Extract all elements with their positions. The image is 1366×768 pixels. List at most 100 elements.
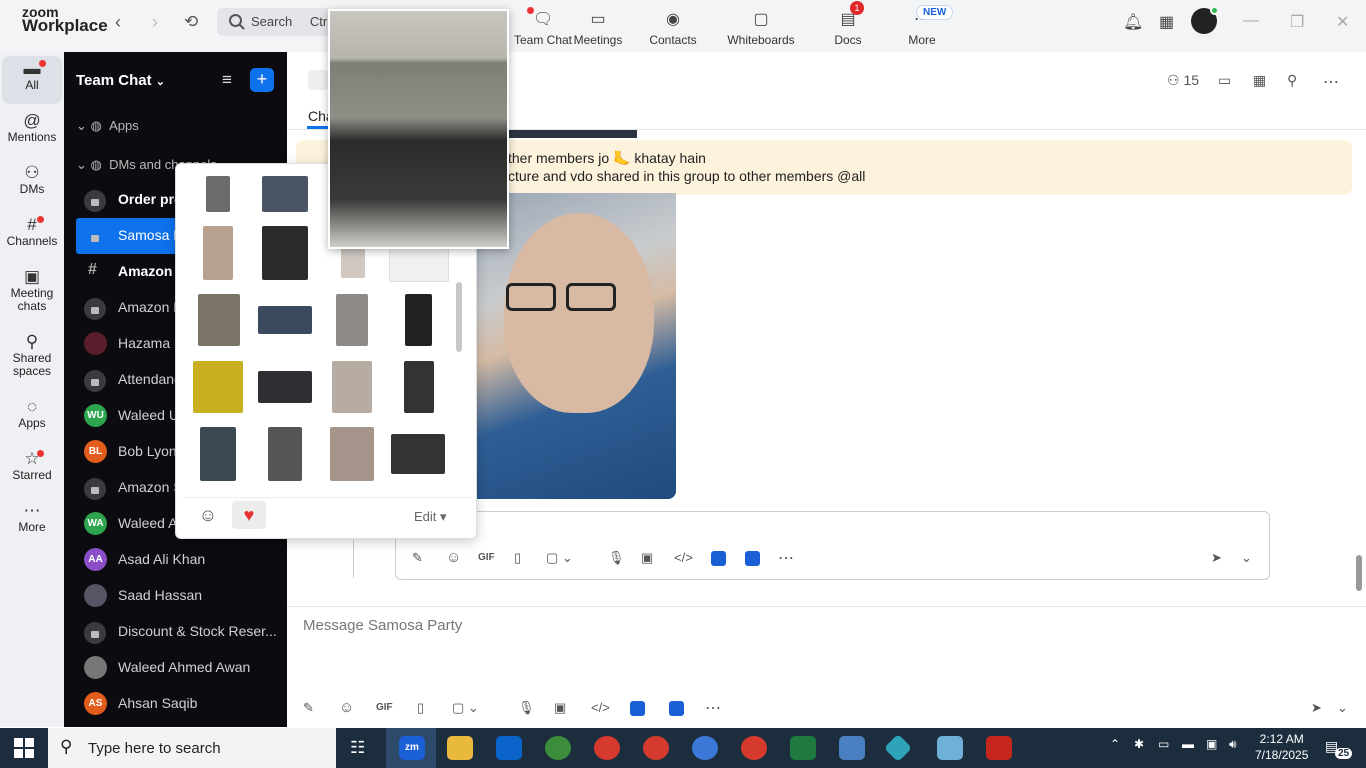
sticker[interactable] [200,427,236,481]
edit-button[interactable]: Edit ▾ [414,509,447,525]
thread-composer[interactable]: ✎ ☺ GIF ▯ ▢ ⌄ 🎙︎ ▣ </> ⋯ ➤ ⌄ [395,511,1270,580]
tray-app-icon[interactable]: ✱ [1134,737,1144,751]
chrome-icon[interactable] [692,736,718,760]
message-input[interactable]: Message Samosa Party [303,617,462,634]
close-icon[interactable]: ✕ [1336,12,1349,32]
emoji-tab-icon[interactable]: ☺ [191,501,225,529]
filezilla-icon[interactable] [986,736,1012,760]
forward-arrow-icon[interactable]: › [152,12,158,33]
sticker[interactable] [404,361,434,413]
send-options-icon[interactable]: ⌄ [1337,700,1348,716]
gif-icon[interactable]: GIF [376,702,393,713]
chrome-icon[interactable] [545,736,571,760]
chrome-icon[interactable] [643,736,669,760]
send-options-icon[interactable]: ⌄ [1241,550,1252,566]
rail-all[interactable]: ▬ All [2,56,62,104]
emoji-icon[interactable]: ☺ [446,549,461,566]
sidebar-item-asad-ali-khan[interactable]: AA Asad Ali Khan [64,542,287,578]
sticker-scrollbar[interactable] [456,282,462,352]
sticker[interactable] [391,434,445,474]
screenshot-icon[interactable]: ▢ ⌄ [546,550,573,566]
app-icon-2[interactable] [745,551,760,566]
code-icon[interactable]: </> [591,700,610,715]
send-icon[interactable]: ➤ [1311,700,1322,716]
tab-whiteboards[interactable]: ▢ Whiteboards [718,0,804,52]
excel-icon[interactable] [790,736,816,760]
mic-icon[interactable]: 🎙︎ [608,550,625,566]
rail-mentions[interactable]: @ Mentions [0,112,64,144]
heart-tab-icon[interactable]: ♥ [232,501,266,529]
sticker[interactable] [258,306,312,334]
tab-meetings[interactable]: ▭ Meetings [560,0,636,52]
rail-apps[interactable]: ◌ Apps [0,398,64,430]
calculator-icon[interactable] [839,736,865,760]
rail-meeting-chats[interactable]: ▣ Meeting chats [0,268,64,313]
code-icon[interactable]: </> [674,550,693,565]
sticker-selected[interactable] [389,248,449,282]
file-icon[interactable]: ▯ [417,700,424,716]
sticker[interactable] [332,361,372,413]
tab-contacts[interactable]: ◉ Contacts [635,0,711,52]
sticker[interactable] [268,427,302,481]
mic-icon[interactable]: 🎙︎ [518,700,535,716]
sticker[interactable] [203,226,233,280]
sticker[interactable] [341,244,365,278]
video-message-icon[interactable]: ▣ [554,700,566,716]
clock[interactable]: 2:12 AM 7/18/2025 [1255,731,1308,763]
format-icon[interactable]: ✎ [412,550,423,566]
chrome-icon[interactable] [741,736,767,760]
battery-icon[interactable]: ▬ [1182,737,1194,751]
sticker[interactable] [405,294,432,346]
search-icon[interactable]: ⚲ [1287,72,1297,89]
main-scrollbar[interactable] [1356,555,1362,591]
sidebar-title[interactable]: Team Chat ⌄ [76,72,165,89]
calendar-icon[interactable]: ▦ [1253,72,1266,89]
maximize-icon[interactable]: ❐ [1290,12,1304,32]
members-count[interactable]: ⚇ 15 [1167,72,1199,89]
volume-icon[interactable]: 🔊︎ [1229,737,1237,752]
video-icon[interactable]: ▭ [1218,72,1231,89]
sticker[interactable] [258,371,312,403]
screenshot-icon[interactable]: ▢ ⌄ [452,700,479,716]
sticker[interactable] [193,361,243,413]
app-icon-1[interactable] [711,551,726,566]
sticker[interactable] [262,226,308,280]
rail-more[interactable]: ⋯ More [0,502,64,534]
sidebar-item-ahsan-saqib[interactable]: AS Ahsan Saqib [64,686,287,722]
emoji-icon[interactable]: ☺ [339,699,354,716]
rail-channels[interactable]: # Channels [0,216,64,248]
app-icon-1[interactable] [630,701,645,716]
tray-display-icon[interactable]: ▭ [1158,737,1169,751]
sticker[interactable] [206,176,230,212]
minimize-icon[interactable]: — [1243,12,1259,30]
rail-dms[interactable]: ⚇ DMs [0,164,64,196]
more-tools-icon[interactable]: ⋯ [705,698,721,718]
more-tools-icon[interactable]: ⋯ [778,548,794,568]
sticker[interactable] [262,176,308,212]
bell-icon[interactable]: 🔔︎ [1123,12,1143,32]
more-options-icon[interactable]: ⋯ [1323,72,1339,92]
new-chat-button[interactable]: + [250,68,274,92]
outlook-icon[interactable] [496,736,522,760]
app-icon-2[interactable] [669,701,684,716]
sticker[interactable] [198,294,240,346]
gif-icon[interactable]: GIF [478,552,495,563]
file-explorer-icon[interactable] [447,736,473,760]
network-icon[interactable]: ▣ [1206,737,1217,751]
rail-starred[interactable]: ☆ Starred [0,450,64,482]
apps-section[interactable]: ⌄ ◍ Apps [76,118,139,134]
task-view-icon[interactable]: ☷ [350,738,365,758]
sticker[interactable] [336,294,368,346]
calendar-icon[interactable]: ▦ [1159,12,1174,32]
avatar[interactable] [1191,6,1219,34]
filter-icon[interactable]: ≡ [222,70,232,90]
zoom-app-icon[interactable]: zm [399,736,425,760]
tab-docs[interactable]: ▤ Docs 1 [810,0,886,52]
format-icon[interactable]: ✎ [303,700,314,716]
app-icon[interactable] [937,736,963,760]
send-icon[interactable]: ➤ [1211,550,1222,566]
chrome-icon[interactable] [594,736,620,760]
tray-chevron-icon[interactable]: ⌃ [1110,737,1120,751]
rail-shared-spaces[interactable]: ⚲ Shared spaces [0,333,64,378]
sidebar-item-waleed-ahmed-awan[interactable]: Waleed Ahmed Awan [64,650,287,686]
